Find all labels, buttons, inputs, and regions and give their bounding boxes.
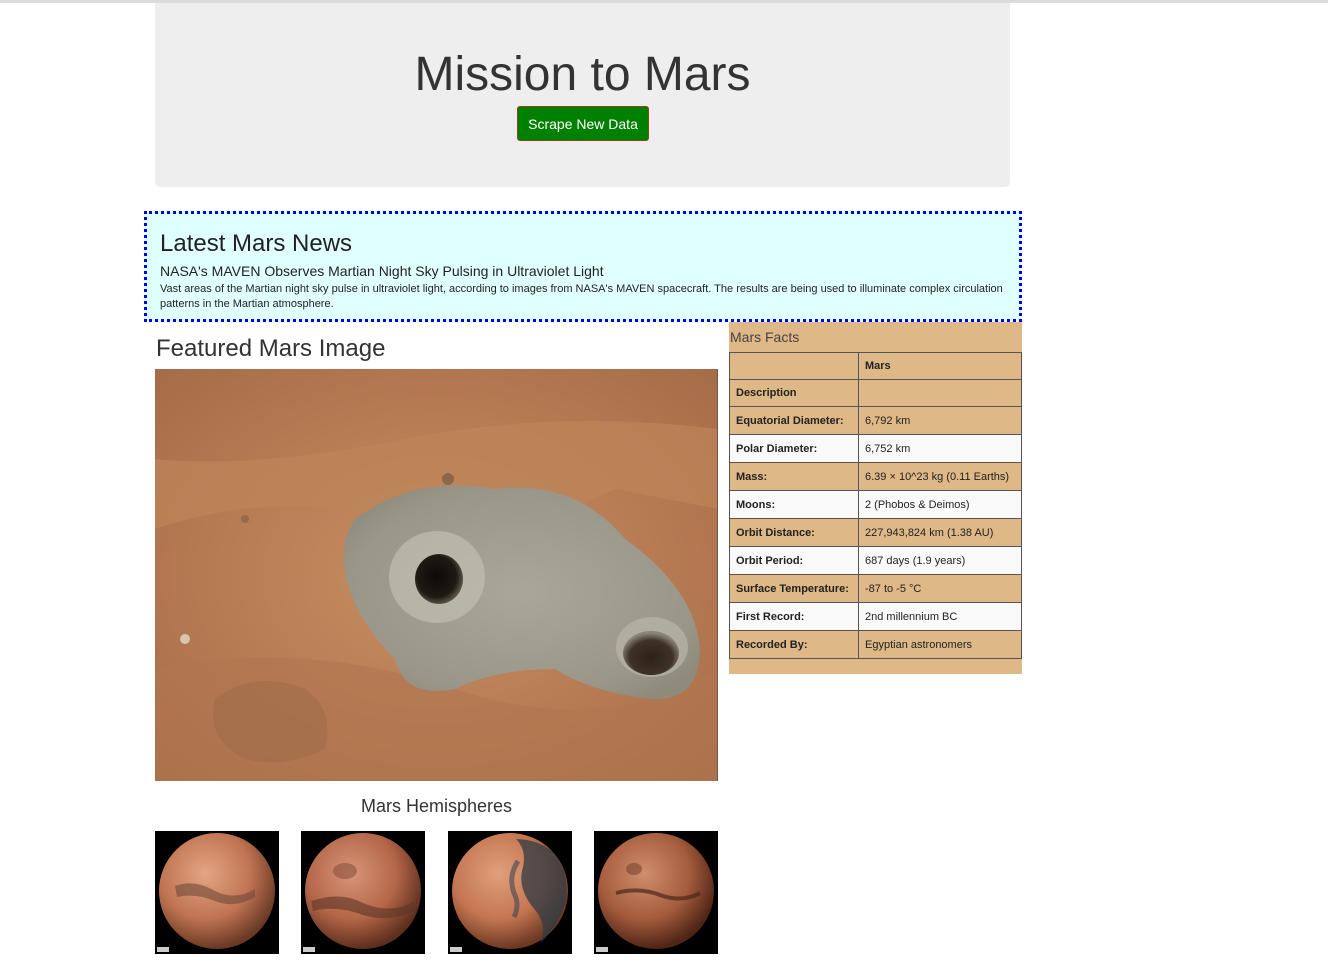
news-heading: Latest Mars News [160,230,353,257]
fact-label: Orbit Distance: [729,518,859,547]
featured-mars-image [155,369,718,781]
hemisphere-image-valles-marineris[interactable] [594,831,718,954]
hemispheres-heading: Mars Hemispheres [360,796,513,816]
index-header-empty [858,379,1022,407]
page-title: Mission to Mars [414,48,751,101]
table-row: Orbit Distance: 227,943,824 km (1.38 AU) [729,518,1022,547]
table-row: Equatorial Diameter: 6,792 km [729,406,1022,435]
news-title: NASA's MAVEN Observes Martian Night Sky … [160,263,604,279]
mars-facts-table: Mars Description Equatorial Diameter: 6,7… [729,352,1022,659]
index-header-description: Description [729,379,859,407]
fact-value: 6,752 km [858,434,1022,463]
fact-label: Equatorial Diameter: [729,406,859,435]
table-header-row: Mars [729,352,1022,380]
fact-value: 6,792 km [858,406,1022,435]
fact-value: 687 days (1.9 years) [858,546,1022,575]
mars-facts-panel: Mars Facts Mars Description Equatorial D… [729,322,1022,674]
fact-value: 2 (Phobos & Deimos) [858,490,1022,519]
scrape-new-data-button[interactable]: Scrape New Data [517,106,649,141]
fact-label: Recorded By: [729,630,859,659]
fact-label: Surface Temperature: [729,574,859,603]
hemisphere-image-syrtis-major[interactable] [448,831,572,954]
table-row: Polar Diameter: 6,752 km [729,434,1022,463]
hemisphere-image-schiaparelli[interactable] [301,831,425,954]
fact-value: -87 to -5 °C [858,574,1022,603]
column-header-mars: Mars [858,352,1022,380]
fact-label: Orbit Period: [729,546,859,575]
featured-image-heading: Featured Mars Image [156,335,386,362]
table-row: Recorded By: Egyptian astronomers [729,630,1022,659]
hemisphere-image-cerberus[interactable] [155,831,279,954]
news-teaser: Vast areas of the Martian night sky puls… [160,283,1003,310]
fact-value: 6.39 × 10^23 kg (0.11 Earths) [858,462,1022,491]
fact-label: Polar Diameter: [729,434,859,463]
table-row: Surface Temperature: -87 to -5 °C [729,574,1022,603]
facts-caption: Mars Facts [730,329,800,345]
table-row: Orbit Period: 687 days (1.9 years) [729,546,1022,575]
fact-label: Moons: [729,490,859,519]
table-row: Moons: 2 (Phobos & Deimos) [729,490,1022,519]
table-row: Mass: 6.39 × 10^23 kg (0.11 Earths) [729,462,1022,491]
table-index-header-row: Description [729,379,1022,407]
fact-value: 227,943,824 km (1.38 AU) [858,518,1022,547]
fact-value: 2nd millennium BC [858,602,1022,631]
fact-value: Egyptian astronomers [858,630,1022,659]
latest-news-panel: Latest Mars News NASA's MAVEN Observes M… [144,211,1022,322]
jumbotron-header: Mission to Mars Scrape New Data [155,3,1010,187]
fact-label: Mass: [729,462,859,491]
table-corner-cell [729,352,859,380]
fact-label: First Record: [729,602,859,631]
table-row: First Record: 2nd millennium BC [729,602,1022,631]
